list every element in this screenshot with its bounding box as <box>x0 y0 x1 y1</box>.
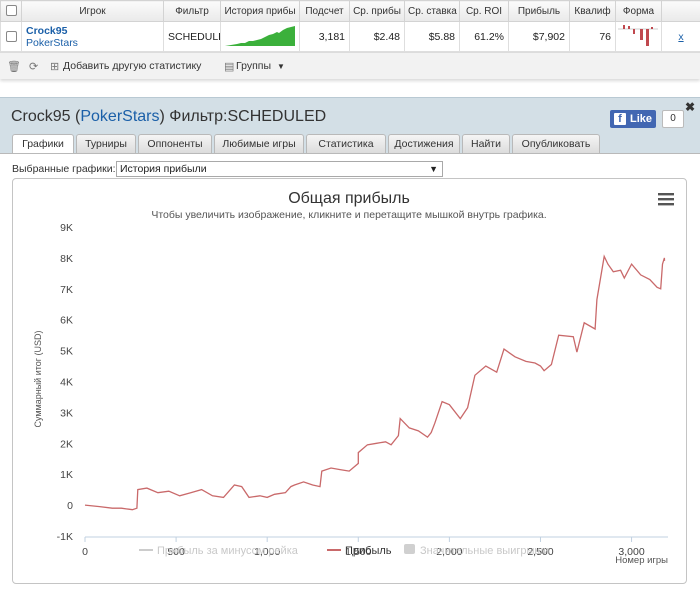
facebook-like-label: Like <box>630 113 652 125</box>
column-header-profit[interactable]: Прибыль <box>509 1 570 22</box>
y-tick-label: 7K <box>60 284 73 296</box>
profit-sparkline <box>221 22 300 52</box>
tab-search[interactable]: Найти <box>462 134 510 153</box>
charts-tab-content: Выбранные графики: История прибыли ▼ Общ… <box>0 153 700 591</box>
site-link[interactable]: PokerStars <box>26 37 159 49</box>
remove-row-link[interactable]: x <box>662 22 700 52</box>
title-site-link[interactable]: PokerStars <box>80 108 159 125</box>
tab-favorite-games[interactable]: Любимые игры <box>214 134 304 153</box>
column-header-avg-stake[interactable]: Ср. ставка <box>405 1 460 22</box>
column-header-qualif[interactable]: Квалиф <box>570 1 616 22</box>
selected-charts-label: Выбранные графики: <box>12 163 116 175</box>
facebook-like-button[interactable]: f Like <box>610 110 656 128</box>
y-tick-label: 2K <box>60 438 73 450</box>
trash-icon[interactable]: 🗑 <box>7 60 21 73</box>
title-filter: Фильтр:SCHEDULED <box>169 108 326 125</box>
count-cell: 3,181 <box>300 22 350 52</box>
chart-title: Общая прибыль <box>288 190 410 207</box>
column-header-profit-history[interactable]: История прибы <box>221 1 300 22</box>
y-axis-label: Суммарный итог (USD) <box>33 330 43 427</box>
y-tick-label: 0 <box>67 500 73 512</box>
x-tick-label: 0 <box>82 546 88 558</box>
legend-item-profit[interactable]: Прибыль <box>345 545 392 557</box>
filter-cell: SCHEDULED <box>164 22 221 52</box>
chart-select-value: История прибыли <box>120 163 207 175</box>
facebook-like-count: 0 <box>662 110 684 128</box>
tab-statistics[interactable]: Статистика <box>306 134 386 153</box>
y-tick-label: 8K <box>60 253 73 265</box>
profit-chart[interactable]: Общая прибыль Чтобы увеличить изображени… <box>13 179 686 583</box>
chart-select-dropdown[interactable]: История прибыли ▼ <box>116 161 443 177</box>
y-tick-label: 3K <box>60 407 73 419</box>
y-tick-label: 9K <box>60 222 73 234</box>
chart-subtitle: Чтобы увеличить изображение, кликните и … <box>151 209 546 221</box>
avg-profit-cell: $2.48 <box>350 22 405 52</box>
profit-chart-container[interactable]: Общая прибыль Чтобы увеличить изображени… <box>12 178 687 584</box>
y-tick-label: 1K <box>60 469 73 481</box>
column-header-count[interactable]: Подсчет <box>300 1 350 22</box>
tab-achievements[interactable]: Достижения <box>388 134 460 153</box>
refresh-icon[interactable]: ⟳ <box>29 60 38 73</box>
tab-publish[interactable]: Опубликовать <box>512 134 600 153</box>
y-tick-label: 6K <box>60 315 73 327</box>
tab-opponents[interactable]: Оппоненты <box>138 134 212 153</box>
select-all-checkbox[interactable] <box>1 1 22 22</box>
row-checkbox[interactable] <box>1 22 22 52</box>
column-header-avg-roi[interactable]: Ср. ROI <box>460 1 509 22</box>
tab-charts[interactable]: Графики <box>12 134 74 155</box>
player-cell: Crock95 PokerStars <box>22 22 164 52</box>
column-header-filter[interactable]: Фильтр <box>164 1 221 22</box>
column-header-remove <box>662 1 700 22</box>
profit-cell: $7,902 <box>509 22 570 52</box>
table-row[interactable]: Crock95 PokerStars SCHEDULED 3,181 $2.48… <box>1 22 700 52</box>
panel-title: Crock95 (PokerStars) Фильтр:SCHEDULED <box>11 108 326 126</box>
chevron-down-icon[interactable]: ▼ <box>277 62 285 71</box>
legend-bigwins-marker <box>404 544 415 554</box>
facebook-icon: f <box>614 113 626 125</box>
add-stats-icon: ⊞ <box>50 60 59 73</box>
legend-item-rake[interactable]: Прибыль за минусом рейка <box>157 545 299 557</box>
legend-item-big-wins[interactable]: Значительные выигрыши <box>420 545 549 557</box>
column-header-form[interactable]: Форма <box>616 1 662 22</box>
qualif-cell: 76 <box>570 22 616 52</box>
column-header-avg-profit[interactable]: Ср. прибы <box>350 1 405 22</box>
stats-table-panel: Игрок Фильтр История прибы Подсчет Ср. п… <box>0 0 700 79</box>
table-header-row: Игрок Фильтр История прибы Подсчет Ср. п… <box>1 1 700 22</box>
title-player: Crock95 <box>11 108 71 125</box>
close-icon[interactable]: ✖ <box>685 100 695 114</box>
x-axis-label: Номер игры <box>615 555 668 566</box>
y-tick-label: -1K <box>57 531 73 543</box>
groups-icon: ▤ <box>224 60 234 73</box>
player-panel: ✖ Crock95 (PokerStars) Фильтр:SCHEDULED … <box>0 97 700 590</box>
player-link[interactable]: Crock95 <box>26 25 159 37</box>
dropdown-arrow-icon: ▼ <box>429 162 438 176</box>
avg-stake-cell: $5.88 <box>405 22 460 52</box>
stats-table: Игрок Фильтр История прибы Подсчет Ср. п… <box>0 0 700 52</box>
groups-dropdown[interactable]: Группы <box>236 60 271 72</box>
y-tick-label: 5K <box>60 346 73 358</box>
stats-toolbar: 🗑 ⟳ ⊞ Добавить другую статистику ▤ Групп… <box>0 52 700 79</box>
y-tick-label: 4K <box>60 377 73 389</box>
form-bars <box>616 22 662 52</box>
hamburger-menu-icon[interactable] <box>658 193 674 205</box>
profit-series-line[interactable] <box>85 256 665 509</box>
add-stats-link[interactable]: Добавить другую статистику <box>63 60 201 72</box>
column-header-player[interactable]: Игрок <box>22 1 164 22</box>
avg-roi-cell: 61.2% <box>460 22 509 52</box>
tab-tournaments[interactable]: Турниры <box>76 134 136 153</box>
